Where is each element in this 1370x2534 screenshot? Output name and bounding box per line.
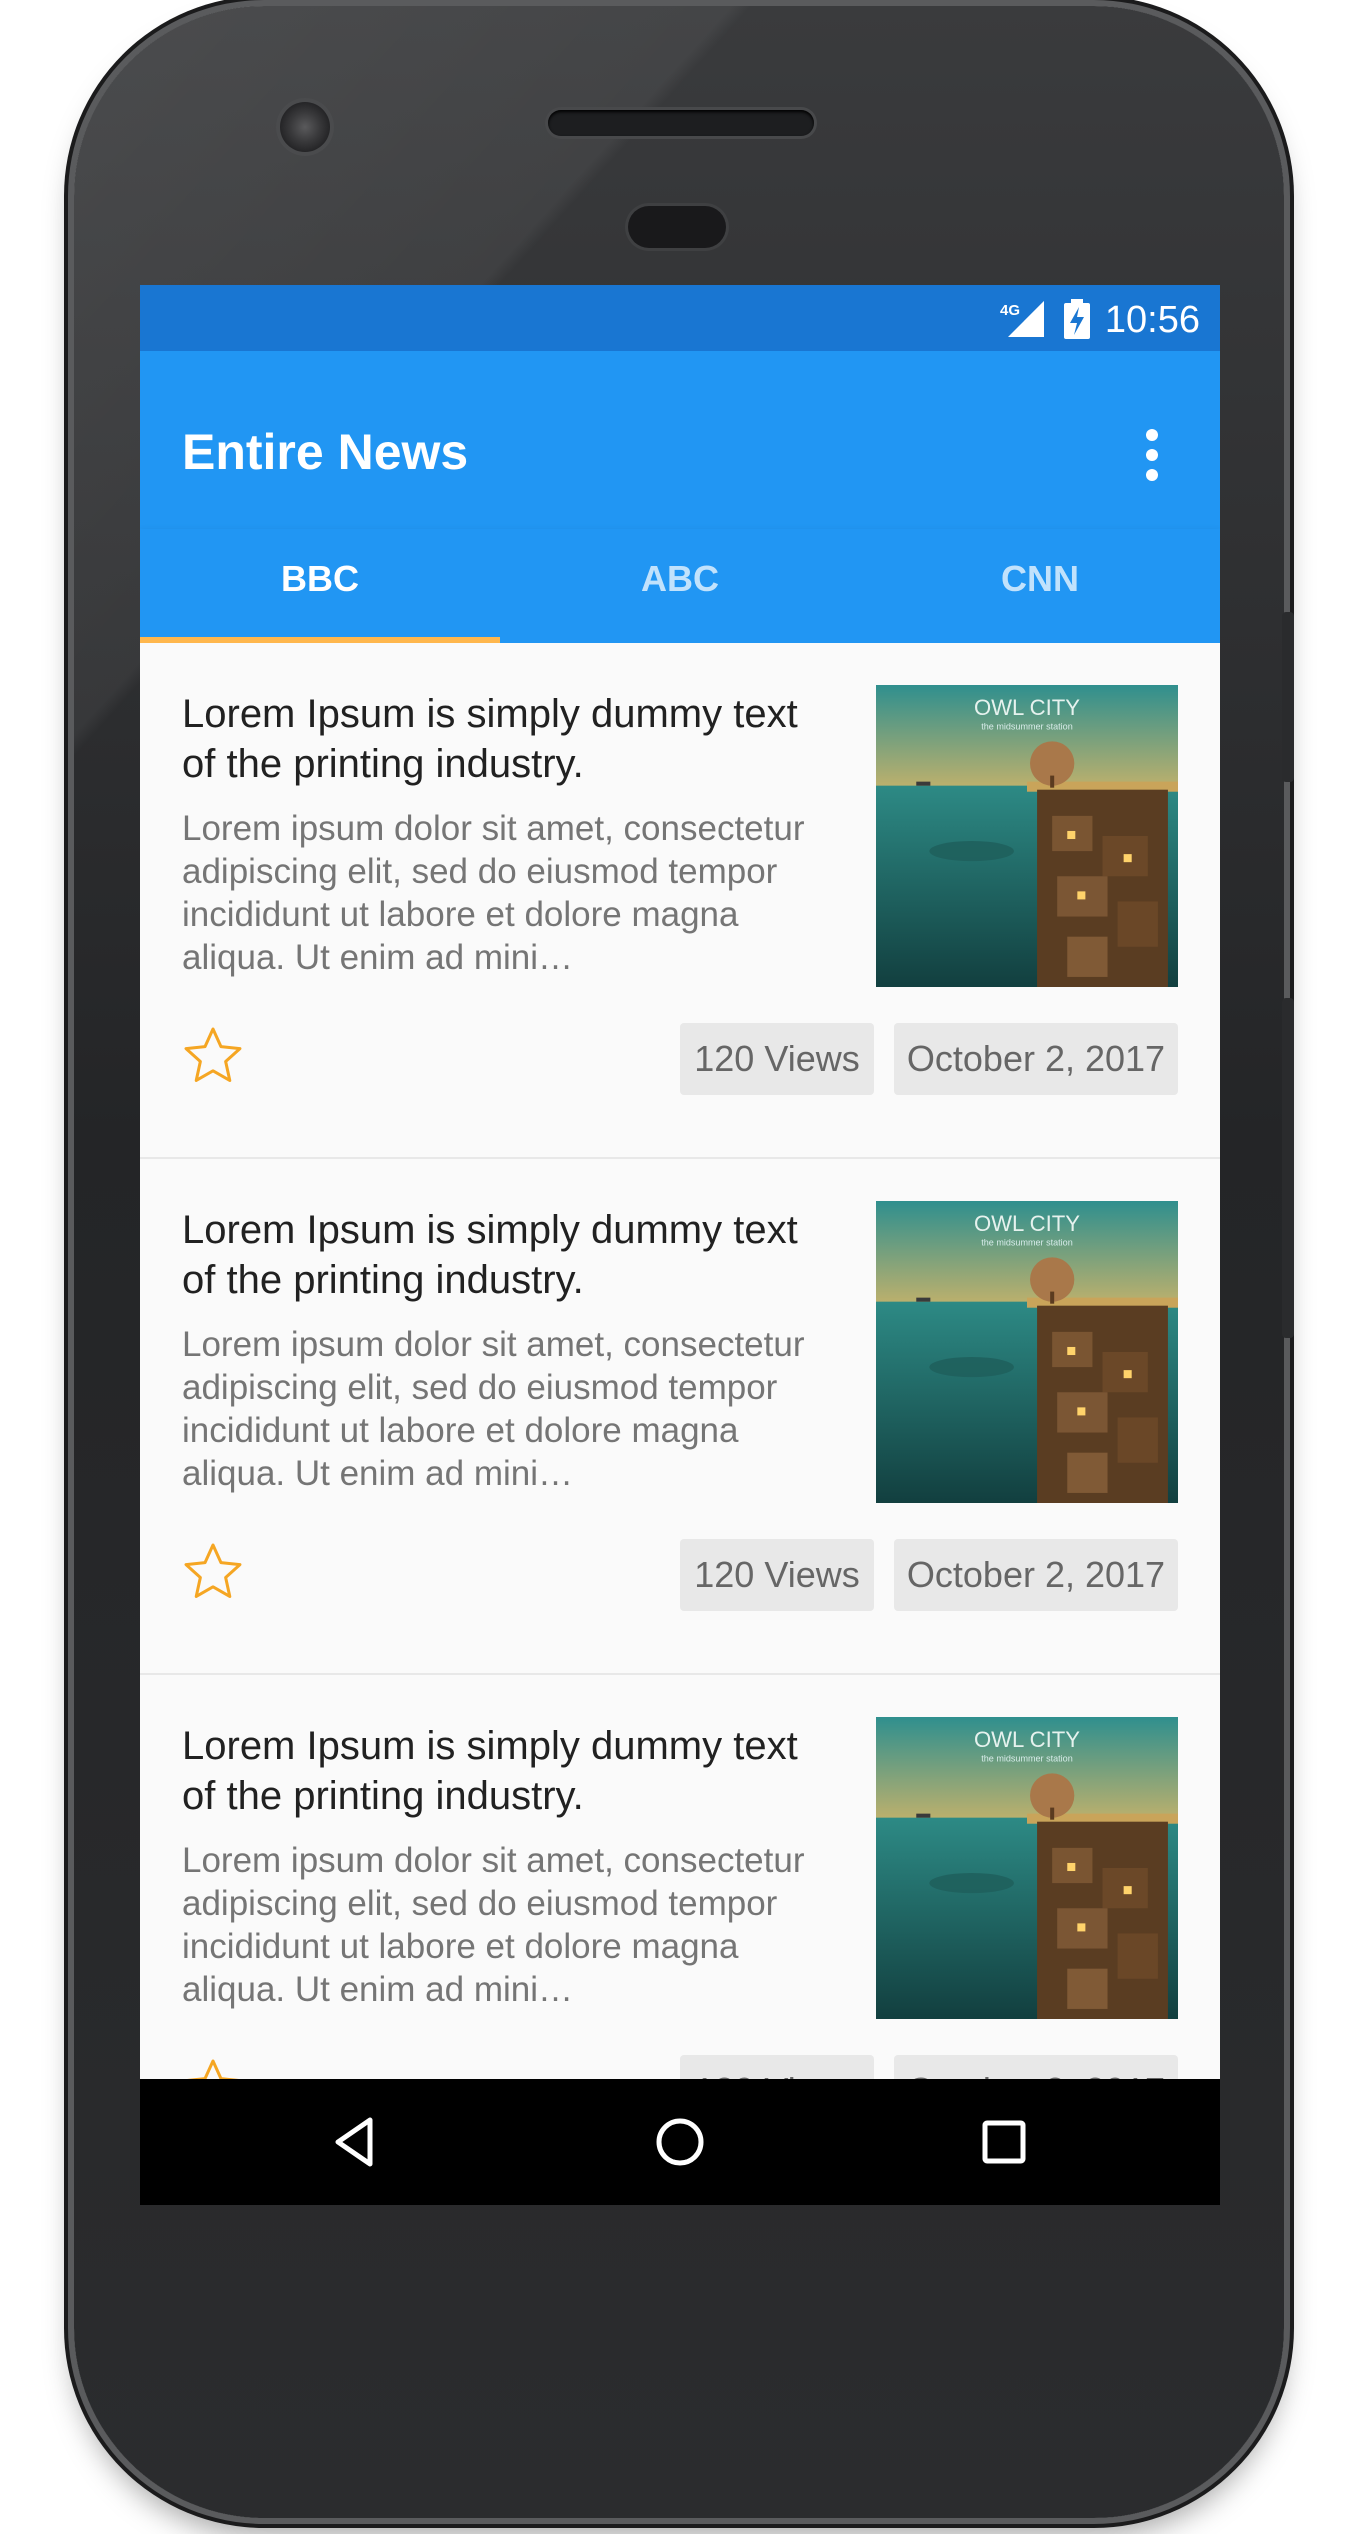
date-badge: October 2, 2017 (894, 1539, 1178, 1611)
article-thumbnail[interactable]: OWL CITY the midsummer station (876, 1201, 1178, 1503)
album-art-image: OWL CITYthe midsummer station (876, 1201, 1178, 1503)
star-outline-icon[interactable] (180, 1023, 246, 1089)
screen: 4G 10:56 Entire News BBC ABC CNN Lorem I… (140, 285, 1220, 2205)
album-subtitle: the midsummer station (981, 1753, 1073, 1763)
article-card[interactable]: Lorem Ipsum is simply dummy text of the … (140, 1159, 1220, 1675)
date-badge: October 2, 2017 (894, 1023, 1178, 1095)
overflow-menu-icon[interactable] (1140, 425, 1162, 485)
views-badge: 120 Views (680, 1539, 874, 1611)
recents-icon[interactable] (974, 2112, 1034, 2172)
album-title: OWL CITY (974, 1211, 1080, 1236)
article-description: Lorem ipsum dolor sit amet, consectetur … (182, 1325, 805, 1493)
front-camera (280, 102, 330, 152)
power-button (1282, 612, 1294, 782)
proximity-sensor (628, 206, 726, 248)
status-time: 10:56 (1104, 299, 1200, 341)
album-title: OWL CITY (974, 1727, 1080, 1752)
article-thumbnail[interactable]: OWL CITY the midsummer station (876, 685, 1178, 987)
album-subtitle: the midsummer station (981, 721, 1073, 731)
article-title: Lorem Ipsum is simply dummy text of the … (182, 1208, 798, 1302)
tab-bar: BBC ABC CNN (140, 529, 1220, 643)
views-badge: 120 Views (680, 1023, 874, 1095)
album-art-image: OWL CITYthe midsummer station (876, 685, 1178, 987)
article-title: Lorem Ipsum is simply dummy text of the … (182, 1724, 798, 1818)
tab-bbc[interactable]: BBC (140, 529, 500, 643)
article-title: Lorem Ipsum is simply dummy text of the … (182, 692, 798, 786)
article-description: Lorem ipsum dolor sit amet, consectetur … (182, 809, 805, 977)
network-type: 4G (1000, 302, 1020, 319)
status-bar: 4G 10:56 (140, 285, 1220, 351)
article-thumbnail[interactable]: OWL CITY the midsummer station (876, 1717, 1178, 2019)
star-outline-icon[interactable] (180, 1539, 246, 1605)
battery-charging-icon (1064, 299, 1090, 339)
article-description: Lorem ipsum dolor sit amet, consectetur … (182, 1841, 805, 2009)
earpiece-speaker (548, 110, 814, 136)
system-nav-bar (140, 2079, 1220, 2205)
tab-cnn[interactable]: CNN (860, 529, 1220, 643)
app-bar: Entire News (140, 351, 1220, 529)
volume-button (1282, 998, 1294, 1338)
article-card[interactable]: Lorem Ipsum is simply dummy text of the … (140, 643, 1220, 1159)
signal-icon: 4G (1000, 301, 1044, 337)
album-art-image: OWL CITYthe midsummer station (876, 1717, 1178, 2019)
back-icon[interactable] (326, 2112, 386, 2172)
album-title: OWL CITY (974, 695, 1080, 720)
app-title: Entire News (182, 424, 469, 480)
tab-abc[interactable]: ABC (500, 529, 860, 643)
home-icon[interactable] (650, 2112, 710, 2172)
album-subtitle: the midsummer station (981, 1237, 1073, 1247)
